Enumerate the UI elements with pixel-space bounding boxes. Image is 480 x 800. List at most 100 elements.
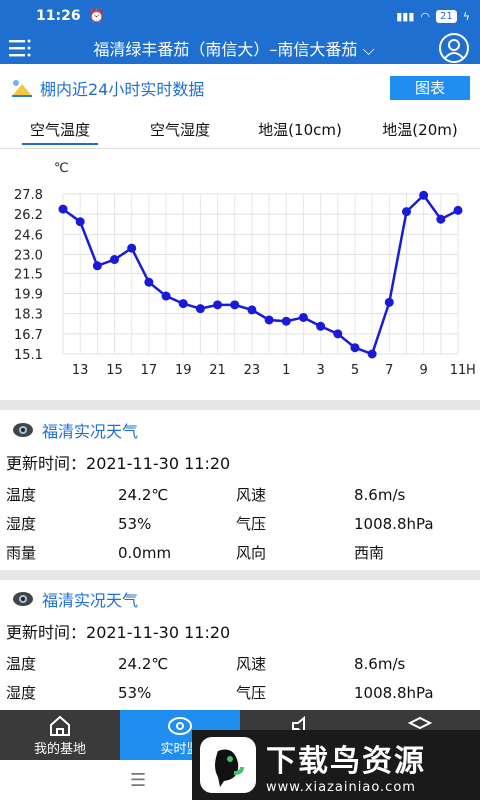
data-point bbox=[367, 349, 377, 359]
y-tick-label: 23.0 bbox=[14, 248, 43, 263]
user-icon[interactable] bbox=[428, 32, 480, 64]
y-tick-label: 15.1 bbox=[14, 348, 43, 363]
value-humidity: 53% bbox=[118, 514, 152, 533]
data-point bbox=[92, 261, 102, 271]
label-wind-speed: 风速 bbox=[236, 486, 267, 504]
value-pressure: 1008.8hPa bbox=[354, 514, 434, 533]
data-point bbox=[161, 291, 171, 301]
greenhouse-selector[interactable]: 福清绿丰番茄（南信大）–南信大番茄 ⌵ bbox=[40, 36, 428, 60]
tab-air-temperature[interactable]: 空气温度 bbox=[0, 112, 120, 148]
weather-header: 福清实况天气 bbox=[0, 581, 480, 617]
app-bar: 福清绿丰番茄（南信大）–南信大番茄 ⌵ bbox=[0, 32, 480, 64]
data-point bbox=[58, 204, 68, 214]
data-point bbox=[384, 297, 394, 307]
data-point bbox=[350, 343, 360, 353]
y-tick-label: 16.7 bbox=[14, 328, 43, 343]
data-point bbox=[453, 205, 463, 215]
data-point bbox=[316, 321, 326, 331]
battery-icon: 21 bbox=[436, 9, 457, 23]
tabs-divider bbox=[0, 148, 480, 149]
weather-row: 温度 24.2℃ 风速 8.6m/s bbox=[0, 480, 480, 509]
value-rainfall: 0.0mm bbox=[118, 543, 172, 562]
label-temperature: 温度 bbox=[6, 486, 37, 504]
bird-logo bbox=[200, 737, 256, 793]
section-divider bbox=[0, 400, 480, 410]
section-title: 棚内近24小时实时数据 bbox=[40, 80, 205, 99]
value-wind-direction: 西南 bbox=[354, 544, 385, 562]
label-wind-speed: 风速 bbox=[236, 655, 267, 673]
label-pressure: 气压 bbox=[236, 515, 267, 533]
label-pressure: 气压 bbox=[236, 684, 267, 702]
menu-icon[interactable] bbox=[0, 32, 40, 64]
update-value: 2021-11-30 11:20 bbox=[86, 454, 231, 473]
tab-air-humidity[interactable]: 空气湿度 bbox=[120, 112, 240, 148]
data-point bbox=[264, 315, 274, 325]
status-bar: 11:26 ⏰ ▮▮▮ ◠ 21 ϟ bbox=[0, 0, 480, 32]
weather-title: 福清实况天气 bbox=[42, 591, 139, 610]
x-tick-label: 17 bbox=[141, 363, 158, 378]
y-tick-label: 21.5 bbox=[14, 267, 43, 282]
data-point bbox=[178, 299, 188, 309]
data-point bbox=[213, 300, 223, 310]
data-point bbox=[333, 329, 343, 339]
y-tick-label: 26.2 bbox=[14, 208, 43, 223]
chevron-down-icon: ⌵ bbox=[357, 40, 375, 59]
watermark-url: www.xiazainiao.com bbox=[266, 779, 416, 795]
x-tick-label: 15 bbox=[106, 363, 123, 378]
weather-panel: 福清实况天气 更新时间： 2021-11-30 11:20 温度 24.2℃ 风… bbox=[0, 412, 480, 567]
data-point bbox=[419, 190, 429, 200]
alarm-icon: ⏰ bbox=[88, 8, 105, 24]
x-tick-label: 7 bbox=[385, 363, 393, 378]
data-point bbox=[281, 316, 291, 326]
wifi-icon: ◠ bbox=[420, 9, 430, 23]
weather-row: 湿度 53% 气压 1008.8hPa bbox=[0, 678, 480, 707]
data-point bbox=[144, 277, 154, 287]
label-rainfall: 雨量 bbox=[6, 544, 37, 562]
y-tick-label: 27.8 bbox=[14, 188, 43, 203]
series-line bbox=[62, 193, 459, 356]
data-point bbox=[195, 304, 205, 314]
x-tick-label: 21 bbox=[209, 363, 226, 378]
weather-row: 雨量 0.0mm 风向 西南 bbox=[0, 538, 480, 567]
nav-label: 我的基地 bbox=[33, 742, 86, 757]
tab-soil-temp-20m[interactable]: 地温(20m) bbox=[360, 112, 480, 148]
tab-soil-temp-10cm[interactable]: 地温(10cm) bbox=[240, 112, 360, 148]
data-point bbox=[436, 214, 446, 224]
data-point bbox=[127, 243, 137, 253]
weather-header: 福清实况天气 bbox=[0, 412, 480, 448]
home-icon bbox=[0, 714, 120, 738]
data-point bbox=[247, 305, 257, 315]
update-value: 2021-11-30 11:20 bbox=[86, 623, 231, 642]
weather-title: 福清实况天气 bbox=[42, 422, 139, 441]
x-tick-label: 13 bbox=[72, 363, 89, 378]
watermark: 下载鸟资源 www.xiazainiao.com bbox=[192, 730, 480, 800]
x-tick-label: 1 bbox=[282, 363, 290, 378]
label-humidity: 湿度 bbox=[6, 684, 37, 702]
status-icons: ▮▮▮ ◠ 21 ϟ bbox=[396, 9, 470, 23]
update-label: 更新时间： bbox=[6, 623, 87, 642]
data-point bbox=[75, 217, 85, 227]
nav-my-base[interactable]: 我的基地 bbox=[0, 710, 120, 760]
greenhouse-icon bbox=[12, 80, 32, 97]
value-temperature: 24.2℃ bbox=[118, 654, 169, 673]
data-point bbox=[230, 300, 240, 310]
y-tick-label: 18.3 bbox=[14, 308, 43, 323]
y-tick-label: 19.9 bbox=[14, 288, 43, 303]
chart-button[interactable]: 图表 bbox=[390, 76, 470, 100]
x-tick-label: 11 bbox=[450, 363, 467, 378]
weather-row: 温度 24.2℃ 风速 8.6m/s bbox=[0, 649, 480, 678]
update-label: 更新时间： bbox=[6, 454, 87, 473]
system-menu-icon[interactable]: ☰ bbox=[130, 770, 146, 791]
status-time: 11:26 bbox=[36, 8, 81, 24]
value-pressure: 1008.8hPa bbox=[354, 683, 434, 702]
data-point bbox=[401, 207, 411, 217]
section-divider bbox=[0, 570, 480, 580]
value-wind-speed: 8.6m/s bbox=[354, 485, 406, 504]
watermark-text: 下载鸟资源 www.xiazainiao.com bbox=[266, 736, 426, 795]
sensor-tabs: 空气温度 空气湿度 地温(10cm) 地温(20m) bbox=[0, 112, 480, 148]
y-tick-label: 24.6 bbox=[14, 228, 43, 243]
x-tick-label: 19 bbox=[175, 363, 192, 378]
value-humidity: 53% bbox=[118, 683, 152, 702]
weather-row: 湿度 53% 气压 1008.8hPa bbox=[0, 509, 480, 538]
data-point bbox=[298, 312, 308, 322]
